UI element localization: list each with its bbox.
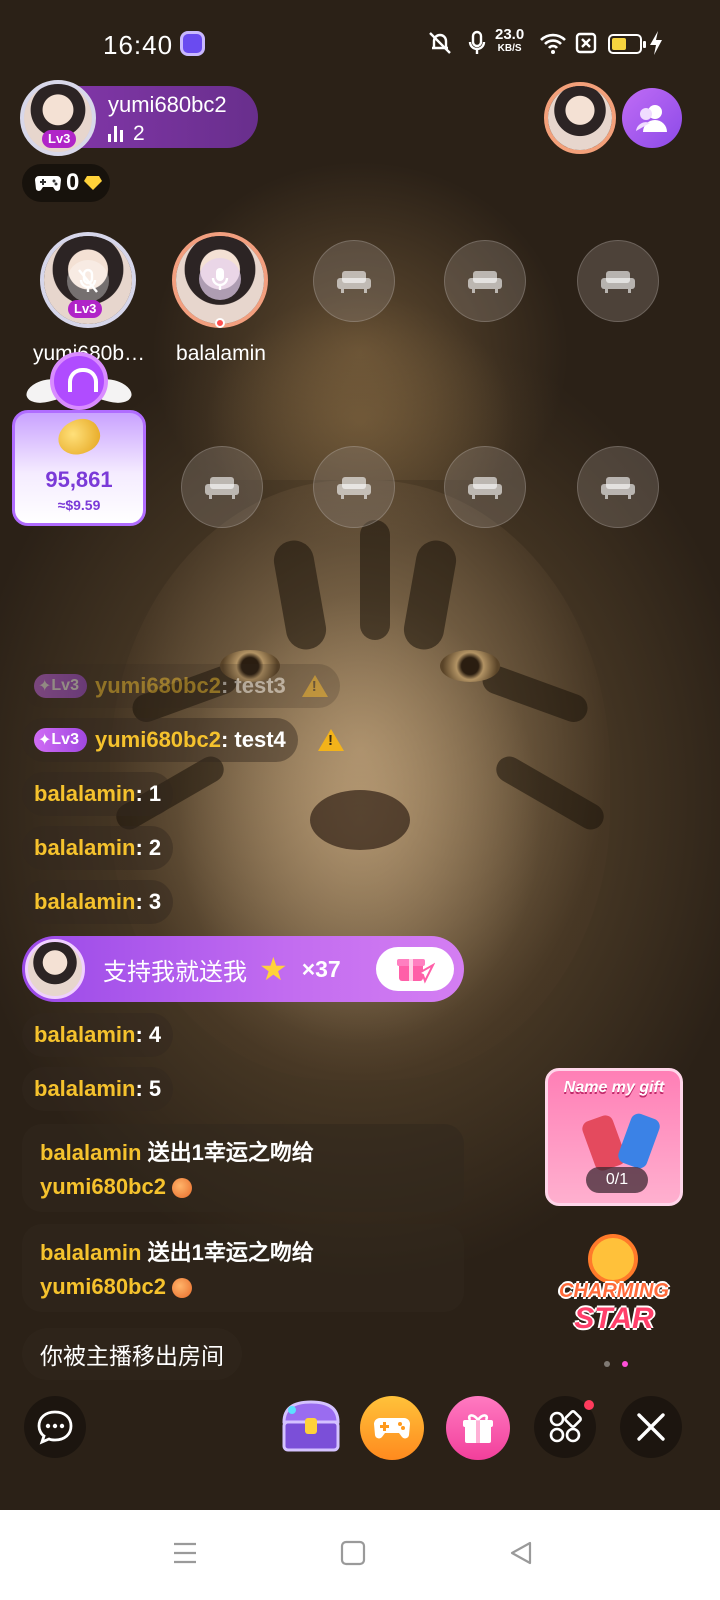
chat-message: balalamin: 3: [22, 880, 174, 924]
notification-dot: [584, 1400, 594, 1410]
send-gift-button[interactable]: [376, 947, 454, 991]
charming-star-line1: CHARMING: [559, 1280, 669, 1302]
level-chip: ✦ Lv3: [34, 728, 87, 752]
support-avatar: [25, 939, 85, 999]
lucky-kiss-gift-icon: [171, 1278, 192, 1299]
gift-button[interactable]: [446, 1396, 510, 1460]
seat-3-empty[interactable]: [313, 240, 395, 322]
host-level-badge: Lv3: [42, 130, 77, 148]
chat-message: balalamin: 2: [22, 826, 174, 870]
system-message: 你被主播移出房间: [22, 1328, 242, 1380]
app-notification-icon: [180, 31, 205, 56]
live-room-screen: 16:40 23.0 KB/S Lv3 yumi680bc2 2 0 Lv3 b…: [0, 0, 720, 1510]
online-user-avatar[interactable]: [544, 82, 616, 154]
signal-bars-icon: [108, 126, 123, 142]
star-gift-icon: ★: [259, 951, 288, 987]
seat-7-empty[interactable]: [313, 446, 395, 528]
sim-off-icon: [574, 30, 598, 56]
back-icon[interactable]: [508, 1540, 534, 1566]
support-gift-banner: 支持我就送我 ★ ×37: [22, 936, 464, 1002]
close-icon: [637, 1413, 665, 1441]
charming-star-banner[interactable]: CHARMING STAR: [552, 1234, 676, 1344]
system-navigation-bar: [0, 1510, 720, 1600]
lucky-kiss-gift-icon: [171, 1178, 192, 1199]
promo-page-indicator: [604, 1361, 628, 1367]
chat-message: ✦ Lv3 yumi680bc2: test4: [22, 718, 298, 762]
seat-9-empty[interactable]: [577, 446, 659, 528]
net-speed: 23.0 KB/S: [495, 26, 525, 54]
status-bar: 16:40 23.0 KB/S: [0, 0, 720, 88]
seat-8-empty[interactable]: [444, 446, 526, 528]
sofa-icon: [205, 477, 239, 499]
seat-2-name: balalamin: [176, 342, 266, 365]
chat-bubble-icon: [37, 1410, 73, 1445]
home-icon[interactable]: [340, 1540, 366, 1566]
audience-list-button[interactable]: [622, 88, 682, 148]
chat-message: balalamin: 5: [22, 1067, 174, 1111]
host-name: yumi680bc2: [108, 92, 227, 117]
game-gems-pill[interactable]: 0: [22, 164, 110, 202]
users-icon: [636, 105, 667, 132]
game-button[interactable]: [360, 1396, 424, 1460]
name-my-gift-title: Name my gift: [563, 1079, 665, 1096]
gems-value: 0: [66, 169, 80, 196]
seat-1-level-badge: Lv3: [68, 300, 103, 318]
viewer-count: 2: [108, 122, 145, 146]
gamepad-icon: [374, 1418, 410, 1439]
chat-button[interactable]: [24, 1396, 86, 1458]
sofa-icon: [468, 477, 502, 499]
speaking-dot: [215, 318, 225, 328]
seat-6-empty[interactable]: [181, 446, 263, 528]
hand-icon: [580, 1113, 628, 1173]
sofa-icon: [601, 271, 635, 293]
diamond-icon: [84, 176, 103, 190]
support-count: ×37: [301, 955, 341, 982]
support-text: 支持我就送我: [103, 958, 247, 986]
seat-5-empty[interactable]: [577, 240, 659, 322]
mic-on-icon: [199, 258, 241, 300]
chat-message: balalamin: 1: [22, 772, 174, 816]
name-my-gift-banner[interactable]: Name my gift 0/1: [545, 1068, 683, 1206]
charging-bolt-icon: [648, 30, 664, 56]
sofa-icon: [601, 477, 635, 499]
beans-usd-value: ≈$9.59: [57, 497, 101, 513]
trophy-badge-icon: [588, 1234, 638, 1284]
level-chip: ✦ Lv3: [34, 674, 87, 698]
warning-icon: [301, 675, 328, 697]
battery-icon: [608, 34, 646, 54]
chat-message: ✦ Lv3 yumi680bc2: test3: [22, 664, 340, 708]
microphone-icon: [466, 30, 488, 56]
gift-send-icon: [397, 959, 435, 984]
sofa-icon: [337, 477, 371, 499]
mute-bell-icon: [425, 30, 455, 56]
seat-4-empty[interactable]: [444, 240, 526, 322]
hand-icon: [616, 1111, 662, 1171]
gift-message: balalamin 送出1幸运之吻给 yumi680bc2: [22, 1124, 464, 1212]
apps-grid-icon: [549, 1410, 582, 1443]
sofa-icon: [337, 271, 371, 293]
sofa-icon: [468, 271, 502, 293]
treasure-chest-button[interactable]: [278, 1396, 344, 1456]
warning-icon[interactable]: [318, 729, 344, 751]
charming-star-line2: STAR: [574, 1302, 654, 1335]
gamepad-icon: [35, 176, 61, 191]
gift-icon: [463, 1414, 493, 1443]
beans-logo-icon: [50, 352, 108, 410]
treasure-chest-icon: [282, 1400, 340, 1452]
status-time: 16:40: [103, 30, 174, 60]
wifi-icon: [538, 30, 568, 56]
exit-room-button[interactable]: [620, 1396, 682, 1458]
mic-muted-icon: [67, 260, 109, 302]
gift-message: balalamin 送出1幸运之吻给 yumi680bc2: [22, 1224, 464, 1312]
menu-icon[interactable]: [172, 1540, 198, 1566]
chat-message: balalamin: 4: [22, 1013, 174, 1057]
name-my-gift-progress: 0/1: [586, 1167, 648, 1193]
beans-value: 95,861: [45, 467, 113, 492]
